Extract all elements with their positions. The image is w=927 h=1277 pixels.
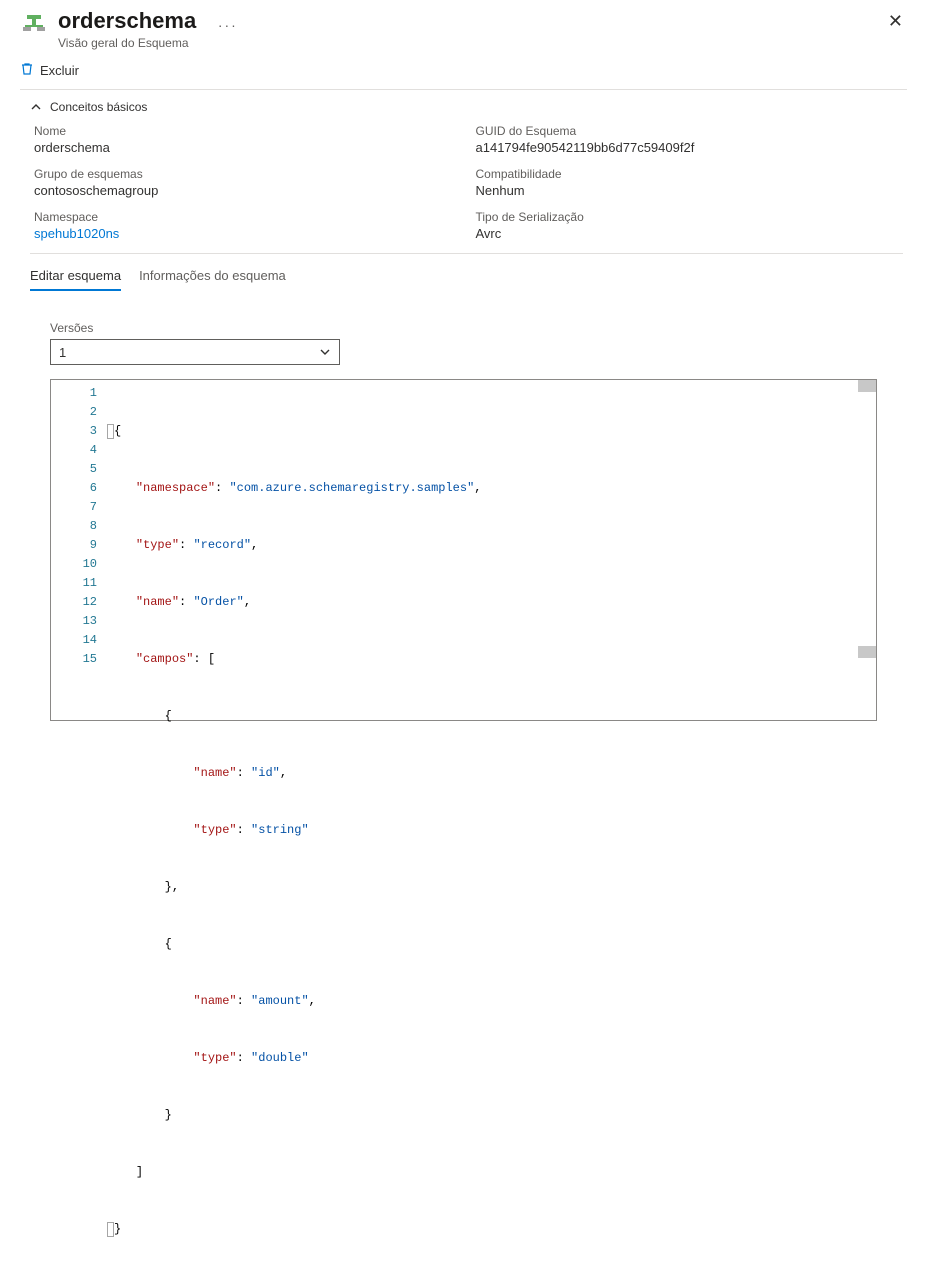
tab-schema-info[interactable]: Informações do esquema: [139, 268, 286, 291]
serialization-label: Tipo de Serialização: [476, 210, 898, 224]
chevron-up-icon: [30, 101, 42, 113]
field-compat: Compatibilidade Nenhum: [476, 167, 898, 198]
schema-editor[interactable]: 1 2 3 4 5 6 7 8 9 10 11 12 13 14 15 { "n…: [50, 379, 877, 721]
compat-label: Compatibilidade: [476, 167, 898, 181]
guid-value: a141794fe90542119bb6d77c59409f2f: [476, 140, 898, 155]
close-icon[interactable]: ✕: [884, 8, 907, 34]
trash-icon: [20, 62, 34, 79]
more-actions[interactable]: ···: [218, 17, 238, 33]
field-group: Grupo de esquemas contososchemagroup: [34, 167, 456, 198]
group-value: contososchemagroup: [34, 183, 456, 198]
basics-toggle[interactable]: Conceitos básicos: [30, 100, 897, 114]
field-name: Nome orderschema: [34, 124, 456, 155]
minimap-bottom: [858, 646, 876, 658]
page-title: orderschema: [58, 8, 196, 34]
versions-select[interactable]: 1: [50, 339, 340, 365]
chevron-down-icon: [319, 346, 331, 358]
field-guid: GUID do Esquema a141794fe90542119bb6d77c…: [476, 124, 898, 155]
versions-label: Versões: [50, 321, 877, 335]
serialization-value: Avrc: [476, 226, 898, 241]
schema-icon: [20, 12, 48, 40]
name-label: Nome: [34, 124, 456, 138]
guid-label: GUID do Esquema: [476, 124, 898, 138]
page-subtitle: Visão geral do Esquema: [58, 36, 884, 50]
delete-button[interactable]: Excluir: [20, 62, 79, 79]
name-value: orderschema: [34, 140, 456, 155]
namespace-link[interactable]: spehub1020ns: [34, 226, 456, 241]
namespace-label: Namespace: [34, 210, 456, 224]
tab-edit-schema[interactable]: Editar esquema: [30, 268, 121, 291]
delete-label: Excluir: [40, 63, 79, 78]
compat-value: Nenhum: [476, 183, 898, 198]
code-content[interactable]: { "namespace": "com.azure.schemaregistry…: [107, 380, 876, 720]
versions-selected: 1: [59, 345, 66, 360]
minimap-top: [858, 380, 876, 392]
field-serialization: Tipo de Serialização Avrc: [476, 210, 898, 241]
group-label: Grupo de esquemas: [34, 167, 456, 181]
line-gutter: 1 2 3 4 5 6 7 8 9 10 11 12 13 14 15: [51, 380, 107, 720]
basics-header: Conceitos básicos: [50, 100, 147, 114]
field-namespace: Namespace spehub1020ns: [34, 210, 456, 241]
